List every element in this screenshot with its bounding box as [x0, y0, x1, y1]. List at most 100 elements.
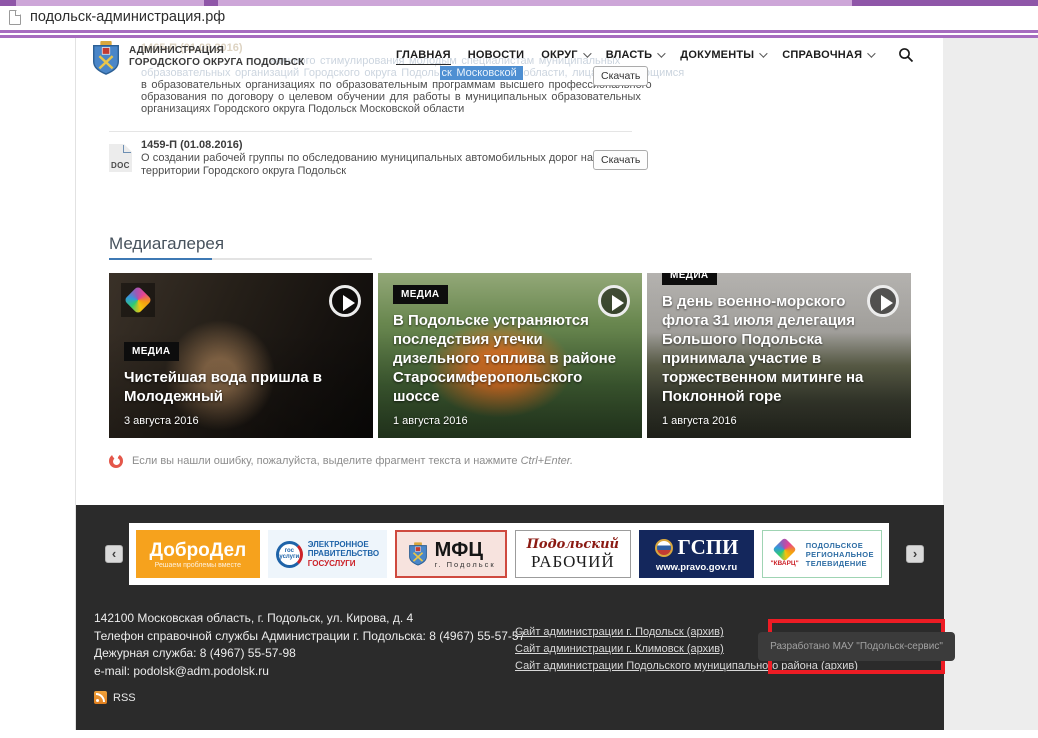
partner-name: РАБОЧИЙ — [531, 552, 615, 572]
nav-item-dokumenty[interactable]: ДОКУМЕНТЫ — [680, 49, 765, 64]
browser-address-bar[interactable]: подольск-администрация.рф — [0, 6, 1038, 30]
gspi-emblem-icon — [655, 539, 673, 557]
error-text-fragment: Если вы нашли ошибку, пожалуйста, выдели… — [132, 455, 521, 467]
nav-label: ВЛАСТЬ — [606, 49, 653, 61]
partner-subtitle: Решаем проблемы вместе — [155, 562, 241, 569]
doc-file-icon: DOC — [109, 144, 132, 172]
card-title[interactable]: В день военно-морского флота 31 июля дел… — [662, 292, 896, 406]
chevron-down-icon — [583, 49, 591, 57]
media-card[interactable]: МЕДИА В Подольске устраняются последстви… — [378, 273, 642, 438]
partner-subtitle: ПОДОЛЬСКОЕ РЕГИОНАЛЬНОЕ ТЕЛЕВИДЕНИЕ — [806, 541, 874, 568]
partner-name: МФЦ — [435, 540, 496, 560]
media-badge: МЕДИА — [393, 285, 448, 304]
heading-underline — [109, 258, 372, 260]
nav-item-okrug[interactable]: ОКРУГ — [541, 49, 589, 64]
partner-name: "КВАРЦ" — [770, 560, 798, 567]
partner-logo-gspi[interactable]: ГСПИ www.pravo.gov.ru — [639, 530, 755, 578]
chevron-down-icon — [867, 49, 875, 57]
gosuslugi-icon: гос услуги — [276, 541, 303, 568]
browser-chrome-divider — [0, 30, 1038, 38]
partner-logo-kvarts[interactable]: "КВАРЦ" ПОДОЛЬСКОЕ РЕГИОНАЛЬНОЕ ТЕЛЕВИДЕ… — [762, 530, 882, 578]
nav-label: ГЛАВНАЯ — [396, 49, 451, 61]
chevron-down-icon — [657, 49, 665, 57]
partner-logo-podolsky-rabochy[interactable]: Подольский РАБОЧИЙ — [515, 530, 631, 578]
nav-label: НОВОСТИ — [468, 49, 524, 61]
partner-name: ДоброДел — [149, 540, 246, 562]
kvarts-line: ПОДОЛЬСКОЕ — [806, 541, 874, 550]
doc-file-label: DOC — [111, 161, 130, 170]
card-title[interactable]: Чистейшая вода пришла в Молодежный — [124, 368, 358, 406]
download-button[interactable]: Скачать — [593, 150, 648, 170]
rss-link[interactable]: RSS — [94, 691, 136, 704]
card-content: МЕДИА В день военно-морского флота 31 ию… — [662, 273, 896, 438]
document-text-line: организациях Городского округа Подольск … — [141, 103, 464, 115]
card-content: МЕДИА Чистейшая вода пришла в Молодежный… — [124, 341, 358, 438]
channel-logo-icon — [121, 283, 155, 317]
page-icon — [9, 10, 21, 25]
nav-label: ОКРУГ — [541, 49, 578, 61]
gos-line: ПРАВИТЕЛЬСТВО — [308, 549, 379, 559]
gos-line: ГОСУСЛУГИ — [308, 559, 379, 569]
partner-url: www.pravo.gov.ru — [656, 562, 737, 573]
orphus-icon — [109, 454, 123, 468]
site-title: АДМИНИСТРАЦИЯ ГОРОДСКОГО ОКРУГА ПОДОЛЬСК — [129, 45, 304, 69]
card-content: МЕДИА В Подольске устраняются последстви… — [393, 284, 627, 438]
site-header: АДМИНИСТРАЦИЯ ГОРОДСКОГО ОКРУГА ПОДОЛЬСК… — [76, 38, 944, 76]
document-text-line: образования по договору о целевом обучен… — [141, 91, 641, 103]
nav-label: СПРАВОЧНАЯ — [782, 49, 862, 61]
media-badge: МЕДИА — [662, 273, 717, 285]
play-icon[interactable] — [329, 285, 361, 317]
footer-address-block: 142100 Московская область, г. Подольск, … — [94, 610, 525, 680]
mfc-coat-of-arms-icon — [407, 542, 429, 566]
gem-icon — [124, 286, 152, 314]
kvarts-line: РЕГИОНАЛЬНОЕ — [806, 550, 874, 559]
document-text-line: в образовательных организациях по образо… — [141, 79, 652, 91]
error-report-row: Если вы нашли ошибку, пожалуйста, выдели… — [109, 454, 573, 468]
media-card[interactable]: МЕДИА В день военно-морского флота 31 ию… — [647, 273, 911, 438]
document-description: О создании рабочей группы по обследовани… — [141, 152, 593, 177]
address-line: 142100 Московская область, г. Подольск, … — [94, 610, 525, 628]
error-report-text: Если вы нашли ошибку, пожалуйста, выдели… — [132, 455, 573, 467]
card-date: 1 августа 2016 — [393, 415, 627, 427]
developed-by-label: Разработано МАУ "Подольск-сервис" — [758, 632, 955, 661]
gos-line: ЭЛЕКТРОННОЕ — [308, 540, 379, 550]
media-gallery-heading: Медиагалерея — [109, 234, 224, 254]
gos-circle-text: услуги — [279, 554, 299, 560]
partner-logos-carousel: ДоброДел Решаем проблемы вместе гос услу… — [129, 523, 889, 585]
partner-name: ЭЛЕКТРОННОЕ ПРАВИТЕЛЬСТВО ГОСУСЛУГИ — [308, 540, 379, 569]
card-title[interactable]: В Подольске устраняются последствия утеч… — [393, 311, 627, 406]
media-badge: МЕДИА — [124, 342, 179, 361]
rss-icon — [94, 691, 107, 704]
media-card[interactable]: МЕДИА Чистейшая вода пришла в Молодежный… — [109, 273, 373, 438]
partner-logo-gosuslugi[interactable]: гос услуги ЭЛЕКТРОННОЕ ПРАВИТЕЛЬСТВО ГОС… — [268, 530, 388, 578]
url-field[interactable]: подольск-администрация.рф — [30, 9, 225, 25]
card-date: 1 августа 2016 — [662, 415, 896, 427]
nav-item-novosti[interactable]: НОВОСТИ — [468, 49, 524, 64]
partner-subtitle: г. Подольск — [435, 560, 496, 569]
page-right-margin — [943, 38, 1038, 730]
site-title-line1: АДМИНИСТРАЦИЯ — [129, 45, 304, 57]
partner-logo-mfc[interactable]: МФЦ г. Подольск — [395, 530, 507, 578]
document-title[interactable]: 1459-П (01.08.2016) — [141, 139, 242, 151]
carousel-next-icon[interactable]: › — [906, 545, 924, 563]
chevron-down-icon — [759, 49, 767, 57]
email-line: e-mail: podolsk@adm.podolsk.ru — [94, 663, 525, 681]
card-date: 3 августа 2016 — [124, 415, 358, 427]
partner-name: ГСПИ — [678, 535, 739, 560]
podolsk-coat-of-arms-logo[interactable] — [89, 41, 123, 75]
partner-name: Подольский — [527, 537, 619, 552]
nav-item-spravochnaya[interactable]: СПРАВОЧНАЯ — [782, 49, 873, 64]
duty-phone-line: Дежурная служба: 8 (4967) 55-57-98 — [94, 645, 525, 663]
footer: ‹ ДоброДел Решаем проблемы вместе гос ус… — [76, 505, 944, 730]
page-column: 1465-П (01.08.2016) иального стимулирова… — [75, 38, 943, 730]
kvarts-line: ТЕЛЕВИДЕНИЕ — [806, 559, 874, 568]
nav-item-vlast[interactable]: ВЛАСТЬ — [606, 49, 664, 64]
carousel-prev-icon[interactable]: ‹ — [105, 545, 123, 563]
red-annotation-box: Разработано МАУ "Подольск-сервис" — [768, 619, 945, 674]
nav-item-glavnaya[interactable]: ГЛАВНАЯ — [396, 49, 451, 65]
rss-label: RSS — [113, 692, 136, 704]
kvarts-gem-icon — [773, 537, 797, 561]
search-icon[interactable] — [898, 47, 914, 63]
partner-logo-dobrodel[interactable]: ДоброДел Решаем проблемы вместе — [136, 530, 260, 578]
error-shortcut: Ctrl+Enter. — [521, 455, 573, 467]
